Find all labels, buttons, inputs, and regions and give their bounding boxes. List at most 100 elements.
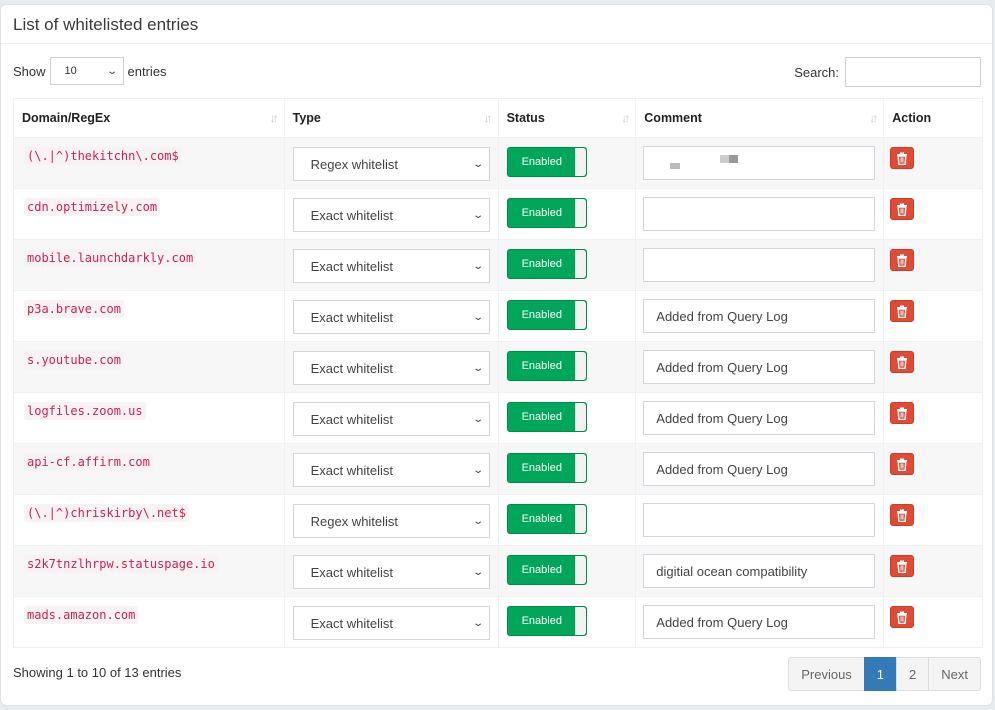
redacted-text <box>720 155 739 163</box>
column-header-domain[interactable]: Domain/RegEx ↓↑ <box>13 98 285 138</box>
trash-icon <box>896 203 908 216</box>
page-2-button[interactable]: 2 <box>896 657 930 691</box>
toggle-knob <box>574 556 586 584</box>
type-select[interactable]: Exact whitelist ⌄ <box>292 351 490 385</box>
sort-icon: ↓↑ <box>869 111 878 125</box>
chevron-down-icon: ⌄ <box>472 311 485 323</box>
domain-text: s2k7tnzlhrpw.statuspage.io <box>24 555 218 573</box>
toggle-knob <box>574 454 586 482</box>
type-select[interactable]: Exact whitelist ⌄ <box>292 402 490 436</box>
delete-button[interactable] <box>890 453 915 475</box>
status-toggle[interactable]: Enabled <box>506 249 587 279</box>
delete-button[interactable] <box>890 606 915 628</box>
status-label: Enabled <box>521 564 562 576</box>
previous-page-button[interactable]: Previous <box>788 657 865 691</box>
domain-text: p3a.brave.com <box>24 300 124 318</box>
comment-input[interactable]: Added from Query Log <box>643 401 876 435</box>
page-length-value: 10 <box>64 65 77 77</box>
status-toggle[interactable]: Enabled <box>506 351 587 381</box>
type-select[interactable]: Regex whitelist ⌄ <box>292 147 490 181</box>
delete-button[interactable] <box>890 249 915 271</box>
domain-text: mads.amazon.com <box>24 606 139 624</box>
table-row: s2k7tnzlhrpw.statuspage.io Exact whitelis… <box>13 545 983 597</box>
trash-icon <box>896 407 908 420</box>
table-row: p3a.brave.com Exact whitelist ⌄ Enabled Adde… <box>13 290 983 342</box>
search-label: Search: <box>794 64 839 80</box>
delete-button[interactable] <box>890 147 915 169</box>
chevron-down-icon: ⌄ <box>472 617 485 629</box>
comment-input[interactable] <box>643 146 876 180</box>
status-toggle[interactable]: Enabled <box>506 402 587 432</box>
comment-input[interactable]: digitial ocean compatibility <box>643 554 876 588</box>
type-select[interactable]: Exact whitelist ⌄ <box>292 606 490 640</box>
entries-label: entries <box>127 63 167 79</box>
comment-input[interactable]: Added from Query Log <box>643 350 876 384</box>
type-select[interactable]: Exact whitelist ⌄ <box>292 555 490 589</box>
status-toggle[interactable]: Enabled <box>506 453 587 483</box>
comment-input[interactable]: Added from Query Log <box>643 452 876 486</box>
page-length-select[interactable]: 10 ⌄ <box>49 57 124 85</box>
delete-button[interactable] <box>890 555 915 577</box>
toggle-knob <box>574 148 586 176</box>
toggle-knob <box>574 199 586 227</box>
type-value: Regex whitelist <box>310 156 399 172</box>
trash-icon <box>896 611 908 624</box>
show-label: Show <box>13 63 46 79</box>
page-length-control: Show 10 ⌄ entries <box>13 57 167 85</box>
toggle-knob <box>574 250 586 278</box>
trash-icon <box>896 254 908 267</box>
domain-text: cdn.optimizely.com <box>24 198 161 216</box>
status-toggle[interactable]: Enabled <box>506 606 587 636</box>
status-label: Enabled <box>521 513 562 525</box>
comment-value: Added from Query Log <box>656 614 788 630</box>
type-value: Exact whitelist <box>310 258 393 274</box>
column-header-status[interactable]: Status ↓↑ <box>497 98 637 138</box>
column-header-type[interactable]: Type ↓↑ <box>283 98 499 138</box>
delete-button[interactable] <box>890 300 915 322</box>
delete-button[interactable] <box>890 504 915 526</box>
type-select[interactable]: Exact whitelist ⌄ <box>292 300 490 334</box>
comment-value: digitial ocean compatibility <box>656 563 808 579</box>
chevron-down-icon: ⌄ <box>472 464 485 476</box>
delete-button[interactable] <box>890 198 915 220</box>
type-select[interactable]: Exact whitelist ⌄ <box>292 453 490 487</box>
chevron-down-icon: ⌄ <box>472 158 485 170</box>
comment-input[interactable]: Added from Query Log <box>643 299 876 333</box>
comment-input[interactable] <box>643 248 876 282</box>
type-value: Exact whitelist <box>310 360 393 376</box>
chevron-down-icon: ⌄ <box>472 515 485 527</box>
table-toolbar: Show 10 ⌄ entries Search: <box>13 57 981 87</box>
status-label: Enabled <box>521 309 562 321</box>
column-header-comment[interactable]: Comment ↓↑ <box>635 98 885 138</box>
type-select[interactable]: Exact whitelist ⌄ <box>292 198 490 232</box>
status-toggle[interactable]: Enabled <box>506 504 587 534</box>
page-1-button[interactable]: 1 <box>863 657 898 691</box>
status-toggle[interactable]: Enabled <box>506 300 587 330</box>
domain-text: mobile.launchdarkly.com <box>24 249 197 267</box>
redacted-text <box>670 163 681 169</box>
status-label: Enabled <box>521 411 562 423</box>
trash-icon <box>896 305 908 318</box>
delete-button[interactable] <box>890 351 915 373</box>
domain-text: api-cf.affirm.com <box>24 453 153 471</box>
table-row: mobile.launchdarkly.com Exact whitelist ⌄ E… <box>13 239 983 291</box>
status-toggle[interactable]: Enabled <box>506 198 587 228</box>
type-value: Exact whitelist <box>310 615 393 631</box>
comment-value: Added from Query Log <box>656 410 788 426</box>
domain-text: s.youtube.com <box>24 351 124 369</box>
comment-input[interactable]: Added from Query Log <box>643 605 876 639</box>
comment-input[interactable] <box>643 197 876 231</box>
pagination: Previous 1 2 Next <box>788 657 981 691</box>
whitelist-card: List of whitelisted entries Show 10 ⌄ en… <box>0 4 993 706</box>
table-row: (\.|^)chriskirby\.net$ Regex whitelist ⌄ En… <box>13 494 983 546</box>
type-select[interactable]: Exact whitelist ⌄ <box>292 249 490 283</box>
type-select[interactable]: Regex whitelist ⌄ <box>292 504 490 538</box>
status-toggle[interactable]: Enabled <box>506 147 587 177</box>
trash-icon <box>896 458 908 471</box>
search-input[interactable] <box>845 57 981 87</box>
delete-button[interactable] <box>890 402 915 424</box>
status-label: Enabled <box>521 156 562 168</box>
status-toggle[interactable]: Enabled <box>506 555 587 585</box>
comment-input[interactable] <box>643 503 876 537</box>
next-page-button[interactable]: Next <box>928 657 981 691</box>
